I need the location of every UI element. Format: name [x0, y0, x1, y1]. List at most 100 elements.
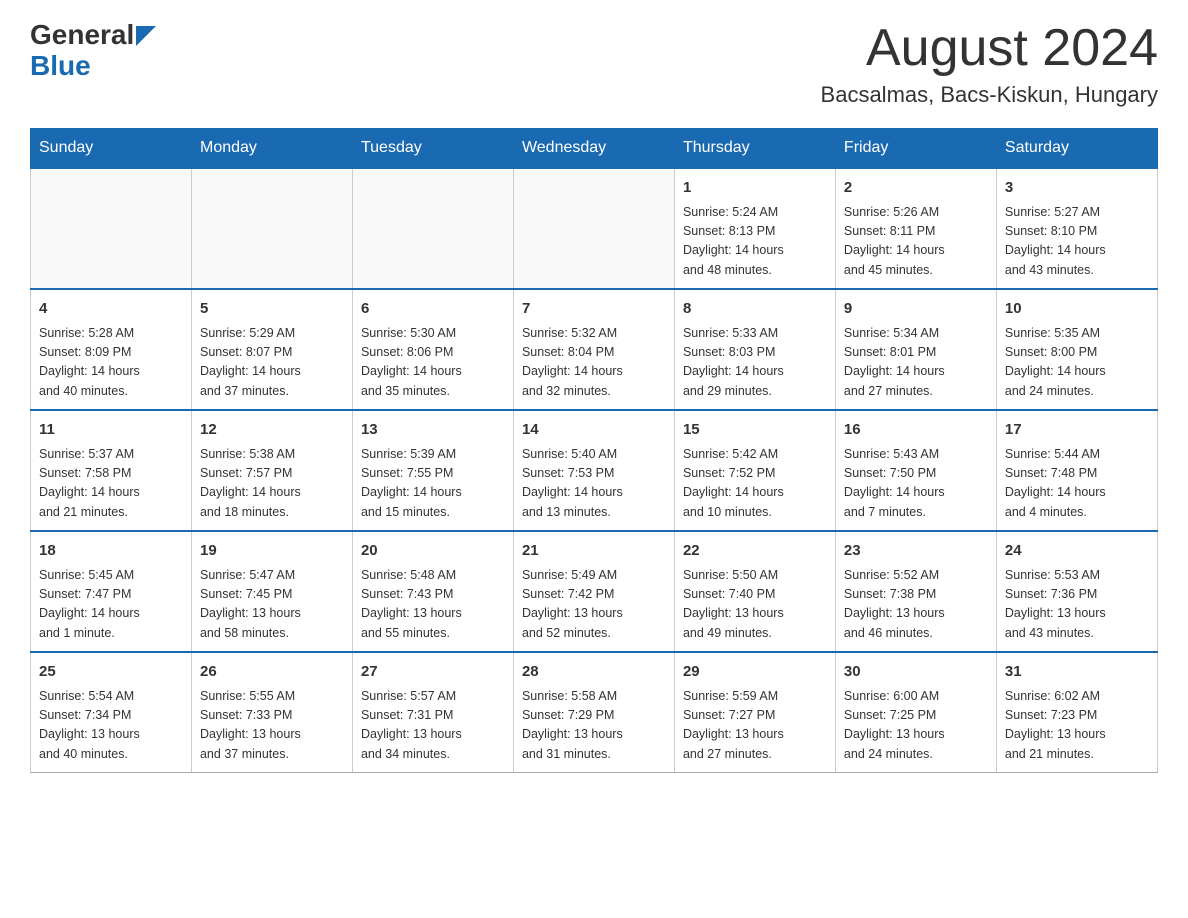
day-info: Sunrise: 5:34 AMSunset: 8:01 PMDaylight:…	[844, 324, 988, 402]
day-number: 1	[683, 177, 827, 200]
day-number: 25	[39, 661, 183, 684]
day-number: 28	[522, 661, 666, 684]
calendar-cell: 4Sunrise: 5:28 AMSunset: 8:09 PMDaylight…	[31, 289, 192, 410]
day-number: 8	[683, 298, 827, 321]
day-number: 11	[39, 419, 183, 442]
calendar-cell: 24 Sunrise: 5:53 AMSunset: 7:36 PMDayligh…	[996, 531, 1157, 652]
day-info: Sunrise: 5:45 AMSunset: 7:47 PMDaylight:…	[39, 566, 183, 644]
day-number: 17	[1005, 419, 1149, 442]
day-info: Sunrise: 5:39 AMSunset: 7:55 PMDaylight:…	[361, 445, 505, 523]
calendar-cell	[31, 168, 192, 289]
day-number: 15	[683, 419, 827, 442]
calendar-cell	[352, 168, 513, 289]
location-text: Bacsalmas, Bacs-Kiskun, Hungary	[821, 82, 1158, 108]
day-number: 6	[361, 298, 505, 321]
day-info: Sunrise: 5:47 AMSunset: 7:45 PMDaylight:…	[200, 566, 344, 644]
calendar-cell: 10 Sunrise: 5:35 AMSunset: 8:00 PMDayligh…	[996, 289, 1157, 410]
calendar-cell: 31 Sunrise: 6:02 AMSunset: 7:23 PMDayligh…	[996, 652, 1157, 773]
day-info: Sunrise: 6:02 AMSunset: 7:23 PMDaylight:…	[1005, 687, 1149, 765]
day-number: 26	[200, 661, 344, 684]
calendar-cell: 23 Sunrise: 5:52 AMSunset: 7:38 PMDayligh…	[835, 531, 996, 652]
calendar-cell: 13Sunrise: 5:39 AMSunset: 7:55 PMDayligh…	[352, 410, 513, 531]
calendar-week-row: 18 Sunrise: 5:45 AMSunset: 7:47 PMDayligh…	[31, 531, 1158, 652]
calendar-week-row: 11 Sunrise: 5:37 AMSunset: 7:58 PMDayligh…	[31, 410, 1158, 531]
logo-general-text: General	[30, 20, 134, 51]
calendar-cell: 30 Sunrise: 6:00 AMSunset: 7:25 PMDayligh…	[835, 652, 996, 773]
day-number: 14	[522, 419, 666, 442]
day-number: 22	[683, 540, 827, 563]
day-number: 31	[1005, 661, 1149, 684]
day-info: Sunrise: 5:32 AMSunset: 8:04 PMDaylight:…	[522, 324, 666, 402]
logo: General Blue	[30, 20, 156, 82]
calendar-cell: 26 Sunrise: 5:55 AMSunset: 7:33 PMDayligh…	[191, 652, 352, 773]
day-info: Sunrise: 5:50 AMSunset: 7:40 PMDaylight:…	[683, 566, 827, 644]
calendar-cell	[191, 168, 352, 289]
calendar-cell: 19 Sunrise: 5:47 AMSunset: 7:45 PMDayligh…	[191, 531, 352, 652]
calendar-cell: 18 Sunrise: 5:45 AMSunset: 7:47 PMDayligh…	[31, 531, 192, 652]
day-number: 10	[1005, 298, 1149, 321]
calendar-cell: 28 Sunrise: 5:58 AMSunset: 7:29 PMDayligh…	[513, 652, 674, 773]
calendar-cell: 16Sunrise: 5:43 AMSunset: 7:50 PMDayligh…	[835, 410, 996, 531]
day-info: Sunrise: 5:26 AMSunset: 8:11 PMDaylight:…	[844, 203, 988, 281]
day-info: Sunrise: 5:57 AMSunset: 7:31 PMDaylight:…	[361, 687, 505, 765]
day-info: Sunrise: 5:52 AMSunset: 7:38 PMDaylight:…	[844, 566, 988, 644]
weekday-header-sunday: Sunday	[31, 129, 192, 169]
day-number: 20	[361, 540, 505, 563]
day-info: Sunrise: 5:55 AMSunset: 7:33 PMDaylight:…	[200, 687, 344, 765]
day-number: 12	[200, 419, 344, 442]
day-number: 9	[844, 298, 988, 321]
day-number: 23	[844, 540, 988, 563]
month-title: August 2024	[821, 20, 1158, 77]
calendar-cell: 8 Sunrise: 5:33 AMSunset: 8:03 PMDaylight…	[674, 289, 835, 410]
day-number: 2	[844, 177, 988, 200]
logo-arrow-icon	[136, 26, 156, 46]
day-info: Sunrise: 5:44 AMSunset: 7:48 PMDaylight:…	[1005, 445, 1149, 523]
day-info: Sunrise: 5:40 AMSunset: 7:53 PMDaylight:…	[522, 445, 666, 523]
weekday-header-thursday: Thursday	[674, 129, 835, 169]
calendar-cell: 29 Sunrise: 5:59 AMSunset: 7:27 PMDayligh…	[674, 652, 835, 773]
day-info: Sunrise: 5:42 AMSunset: 7:52 PMDaylight:…	[683, 445, 827, 523]
day-info: Sunrise: 5:59 AMSunset: 7:27 PMDaylight:…	[683, 687, 827, 765]
day-info: Sunrise: 6:00 AMSunset: 7:25 PMDaylight:…	[844, 687, 988, 765]
day-info: Sunrise: 5:35 AMSunset: 8:00 PMDaylight:…	[1005, 324, 1149, 402]
day-info: Sunrise: 5:53 AMSunset: 7:36 PMDaylight:…	[1005, 566, 1149, 644]
calendar-cell	[513, 168, 674, 289]
day-number: 18	[39, 540, 183, 563]
calendar-cell: 5 Sunrise: 5:29 AMSunset: 8:07 PMDaylight…	[191, 289, 352, 410]
calendar-cell: 2 Sunrise: 5:26 AMSunset: 8:11 PMDaylight…	[835, 168, 996, 289]
day-info: Sunrise: 5:38 AMSunset: 7:57 PMDaylight:…	[200, 445, 344, 523]
title-section: August 2024 Bacsalmas, Bacs-Kiskun, Hung…	[821, 20, 1158, 108]
day-number: 24	[1005, 540, 1149, 563]
day-info: Sunrise: 5:24 AMSunset: 8:13 PMDaylight:…	[683, 203, 827, 281]
day-info: Sunrise: 5:43 AMSunset: 7:50 PMDaylight:…	[844, 445, 988, 523]
calendar-cell: 1 Sunrise: 5:24 AMSunset: 8:13 PMDaylight…	[674, 168, 835, 289]
calendar-cell: 22 Sunrise: 5:50 AMSunset: 7:40 PMDayligh…	[674, 531, 835, 652]
calendar-cell: 14 Sunrise: 5:40 AMSunset: 7:53 PMDayligh…	[513, 410, 674, 531]
day-info: Sunrise: 5:33 AMSunset: 8:03 PMDaylight:…	[683, 324, 827, 402]
day-info: Sunrise: 5:27 AMSunset: 8:10 PMDaylight:…	[1005, 203, 1149, 281]
calendar-table: SundayMondayTuesdayWednesdayThursdayFrid…	[30, 128, 1158, 773]
day-number: 30	[844, 661, 988, 684]
day-number: 19	[200, 540, 344, 563]
calendar-week-row: 25Sunrise: 5:54 AMSunset: 7:34 PMDayligh…	[31, 652, 1158, 773]
calendar-cell: 7 Sunrise: 5:32 AMSunset: 8:04 PMDaylight…	[513, 289, 674, 410]
weekday-header-saturday: Saturday	[996, 129, 1157, 169]
calendar-week-row: 1 Sunrise: 5:24 AMSunset: 8:13 PMDaylight…	[31, 168, 1158, 289]
calendar-cell: 27 Sunrise: 5:57 AMSunset: 7:31 PMDayligh…	[352, 652, 513, 773]
day-number: 5	[200, 298, 344, 321]
day-number: 7	[522, 298, 666, 321]
calendar-cell: 6Sunrise: 5:30 AMSunset: 8:06 PMDaylight…	[352, 289, 513, 410]
day-info: Sunrise: 5:58 AMSunset: 7:29 PMDaylight:…	[522, 687, 666, 765]
day-number: 27	[361, 661, 505, 684]
weekday-header-row: SundayMondayTuesdayWednesdayThursdayFrid…	[31, 129, 1158, 169]
calendar-cell: 3Sunrise: 5:27 AMSunset: 8:10 PMDaylight…	[996, 168, 1157, 289]
day-info: Sunrise: 5:37 AMSunset: 7:58 PMDaylight:…	[39, 445, 183, 523]
calendar-cell: 9 Sunrise: 5:34 AMSunset: 8:01 PMDaylight…	[835, 289, 996, 410]
calendar-cell: 21Sunrise: 5:49 AMSunset: 7:42 PMDayligh…	[513, 531, 674, 652]
day-number: 4	[39, 298, 183, 321]
page-header: General Blue August 2024 Bacsalmas, Bacs…	[30, 20, 1158, 108]
calendar-cell: 17 Sunrise: 5:44 AMSunset: 7:48 PMDayligh…	[996, 410, 1157, 531]
weekday-header-wednesday: Wednesday	[513, 129, 674, 169]
day-info: Sunrise: 5:29 AMSunset: 8:07 PMDaylight:…	[200, 324, 344, 402]
day-number: 29	[683, 661, 827, 684]
